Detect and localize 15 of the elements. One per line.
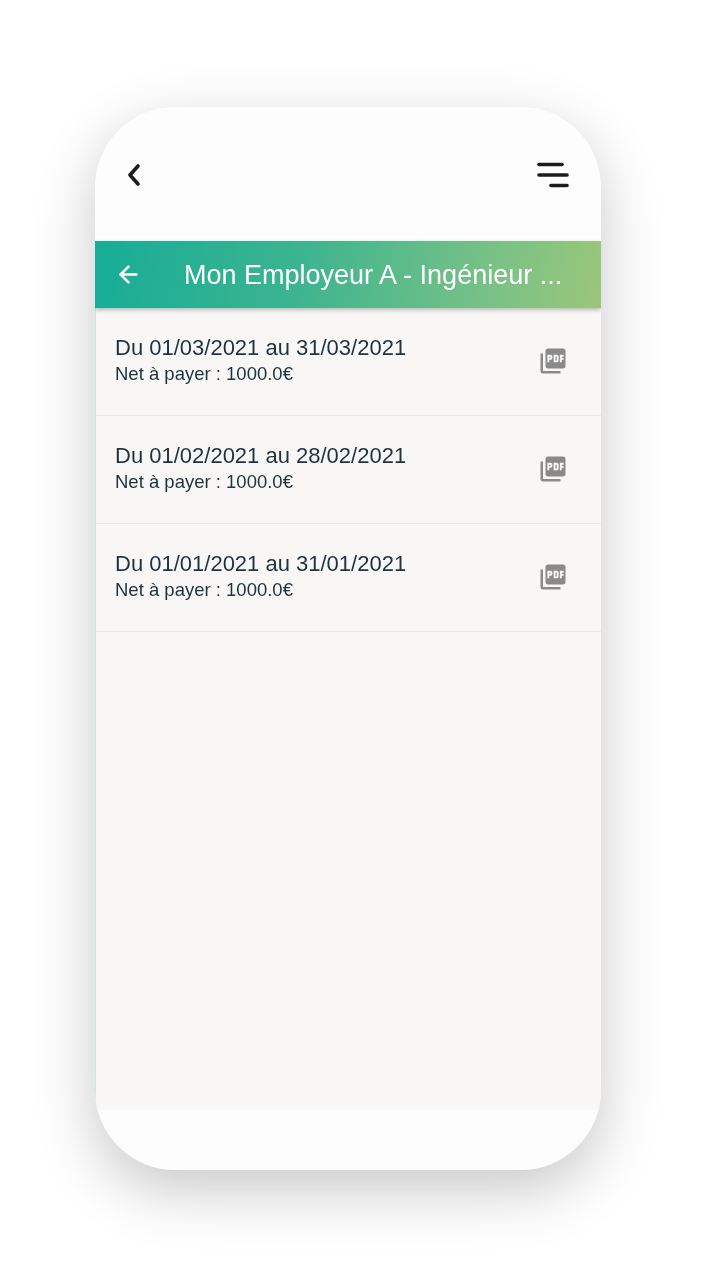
menu-icon[interactable] [537,162,569,188]
pdf-icon[interactable] [538,346,568,376]
payslip-row[interactable]: Du 01/01/2021 au 31/01/2021 Net à payer : 1000.0€ [96,524,601,632]
pdf-icon[interactable] [538,454,568,484]
payslip-net-amount: Net à payer : 1000.0€ [115,363,294,385]
pdf-icon[interactable] [538,562,568,592]
payslip-period: Du 01/02/2021 au 28/02/2021 [115,443,407,469]
payslip-period: Du 01/01/2021 au 31/01/2021 [115,551,407,577]
back-chevron-icon[interactable] [127,164,141,186]
payslip-net-amount: Net à payer : 1000.0€ [115,579,294,601]
payslip-row[interactable]: Du 01/03/2021 au 31/03/2021 Net à payer : 1000.0€ [96,308,601,416]
payslip-row[interactable]: Du 01/02/2021 au 28/02/2021 Net à payer : 1000.0€ [96,416,601,524]
header-title: Mon Employeur A - Ingénieur ... [184,258,563,291]
payslip-period: Du 01/03/2021 au 31/03/2021 [115,335,407,361]
payslip-net-amount: Net à payer : 1000.0€ [115,471,294,493]
